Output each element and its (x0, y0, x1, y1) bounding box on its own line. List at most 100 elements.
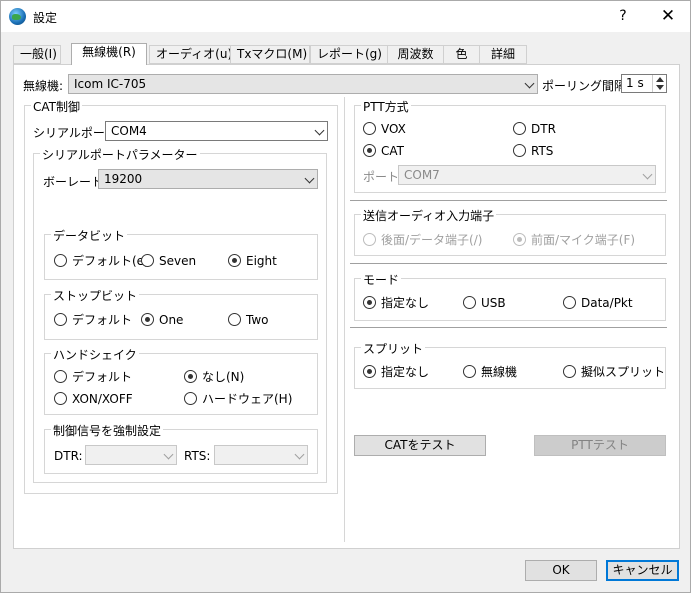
chevron-down-icon (524, 78, 535, 89)
rig-select[interactable]: Icom IC-705 (68, 74, 538, 94)
help-button[interactable]: ? (601, 1, 645, 32)
dtr-label: DTR: (54, 449, 83, 463)
spin-arrows[interactable] (652, 75, 666, 92)
chevron-down-icon (314, 125, 325, 136)
radio-dot (141, 313, 154, 326)
ok-button[interactable]: OK (525, 560, 597, 581)
data-bits-seven-radio[interactable]: Seven (141, 253, 196, 269)
handshake-xonxoff-radio[interactable]: XON/XOFF (54, 391, 133, 407)
mode-none-radio[interactable]: 指定なし (363, 295, 429, 311)
radio-dot (228, 254, 241, 267)
tab-radio[interactable]: 無線機(R) (71, 43, 147, 65)
settings-window: 設定 ? ✕ 一般(I) 無線機(R) オーディオ(u) Txマクロ(M) レポ… (0, 0, 691, 593)
handshake-hardware-radio[interactable]: ハードウェア(H) (184, 391, 292, 407)
cancel-button[interactable]: キャンセル (606, 560, 679, 581)
radio-dot (463, 365, 476, 378)
radio-dot (513, 144, 526, 157)
ptt-dtr-radio[interactable]: DTR (513, 121, 556, 137)
radio-dot (563, 365, 576, 378)
radio-dot (54, 254, 67, 267)
radio-label: Eight (246, 254, 277, 268)
radio-label: 無線機 (481, 365, 518, 379)
test-ptt-button[interactable]: PTTテスト (534, 435, 666, 456)
globe-icon (9, 8, 26, 25)
split-fake-radio[interactable]: 擬似スプリット (563, 364, 665, 380)
data-bits-eight-radio[interactable]: Eight (228, 253, 277, 269)
radio-dot (563, 296, 576, 309)
rts-select[interactable] (214, 445, 308, 465)
column-divider (344, 97, 345, 542)
stop-bits-title: ストップビット (51, 287, 140, 304)
data-bits-default-radio[interactable]: デフォルト(e) (54, 253, 149, 269)
radio-label: USB (481, 296, 506, 310)
radio-label: Seven (159, 254, 197, 268)
data-bits-title: データビット (51, 227, 128, 244)
radio-dot (54, 313, 67, 326)
radio-label: 前面/マイク端子(F) (531, 233, 636, 247)
tx-audio-source-title: 送信オーディオ入力端子 (361, 207, 497, 224)
baud-rate-select[interactable]: 19200 (98, 169, 318, 189)
handshake-none-radio[interactable]: なし(N) (184, 369, 244, 385)
radio-label: DTR (531, 122, 556, 136)
radio-label: デフォルト (72, 370, 133, 384)
stop-bits-default-radio[interactable]: デフォルト (54, 312, 132, 328)
radio-label: 指定なし (381, 296, 430, 310)
chevron-down-icon (294, 449, 305, 460)
force-control-title: 制御信号を強制設定 (51, 422, 164, 439)
polling-interval-spinbox[interactable]: 1 s (621, 74, 667, 93)
radio-label: Two (246, 313, 269, 327)
tab-reporting[interactable]: レポート(g) (310, 45, 388, 64)
mode-title: モード (361, 271, 402, 288)
tab-audio[interactable]: オーディオ(u) (149, 45, 232, 64)
split-none-radio[interactable]: 指定なし (363, 364, 429, 380)
radio-label: 指定なし (381, 365, 430, 379)
tab-colors[interactable]: 色 (443, 45, 480, 64)
chevron-down-icon (163, 449, 174, 460)
radio-dot (141, 254, 154, 267)
radio-label: CAT (381, 144, 404, 158)
tab-frequencies[interactable]: 周波数 (387, 45, 444, 64)
stop-bits-two-radio[interactable]: Two (228, 312, 269, 328)
radio-dot (54, 370, 67, 383)
handshake-default-radio[interactable]: デフォルト (54, 369, 132, 385)
spin-up-icon[interactable] (656, 77, 664, 82)
radio-dot (513, 122, 526, 135)
radio-label: 後面/データ端子(/) (381, 233, 483, 247)
split-rig-radio[interactable]: 無線機 (463, 364, 517, 380)
ptt-cat-radio[interactable]: CAT (363, 143, 404, 159)
test-cat-button[interactable]: CATをテスト (354, 435, 486, 456)
window-title: 設定 (33, 11, 58, 25)
serial-port-value: COM4 (111, 124, 147, 138)
mode-data-pkt-radio[interactable]: Data/Pkt (563, 295, 633, 311)
close-button[interactable]: ✕ (646, 1, 690, 32)
split-operation-title: スプリット (361, 340, 426, 357)
radio-label: なし(N) (202, 370, 245, 384)
dtr-select[interactable] (85, 445, 177, 465)
title-bar: 設定 ? ✕ (1, 1, 690, 32)
ptt-port-select[interactable]: COM7 (398, 165, 656, 185)
tab-general[interactable]: 一般(I) (13, 45, 61, 64)
tab-advanced[interactable]: 詳細 (479, 45, 527, 64)
radio-dot (184, 392, 197, 405)
mode-usb-radio[interactable]: USB (463, 295, 506, 311)
divider-line (350, 200, 667, 201)
radio-label: ハードウェア(H) (202, 392, 293, 406)
serial-port-select[interactable]: COM4 (105, 121, 328, 141)
divider-line (350, 327, 667, 328)
spin-down-icon[interactable] (656, 85, 664, 90)
radio-dot (228, 313, 241, 326)
radio-label: 擬似スプリット (581, 365, 666, 379)
rig-value: Icom IC-705 (74, 77, 147, 91)
tab-tx-macros[interactable]: Txマクロ(M) (230, 45, 310, 64)
rig-label: 無線機: (23, 79, 64, 93)
tx-audio-rear-data-radio[interactable]: 後面/データ端子(/) (363, 232, 482, 248)
ptt-rts-radio[interactable]: RTS (513, 143, 553, 159)
baud-rate-value: 19200 (104, 172, 143, 186)
tx-audio-front-mic-radio[interactable]: 前面/マイク端子(F) (513, 232, 635, 248)
ptt-vox-radio[interactable]: VOX (363, 121, 406, 137)
ptt-port-value: COM7 (404, 168, 440, 182)
ptt-method-title: PTT方式 (361, 98, 411, 115)
stop-bits-one-radio[interactable]: One (141, 312, 183, 328)
radio-label: デフォルト (72, 313, 133, 327)
radio-dot (363, 144, 376, 157)
